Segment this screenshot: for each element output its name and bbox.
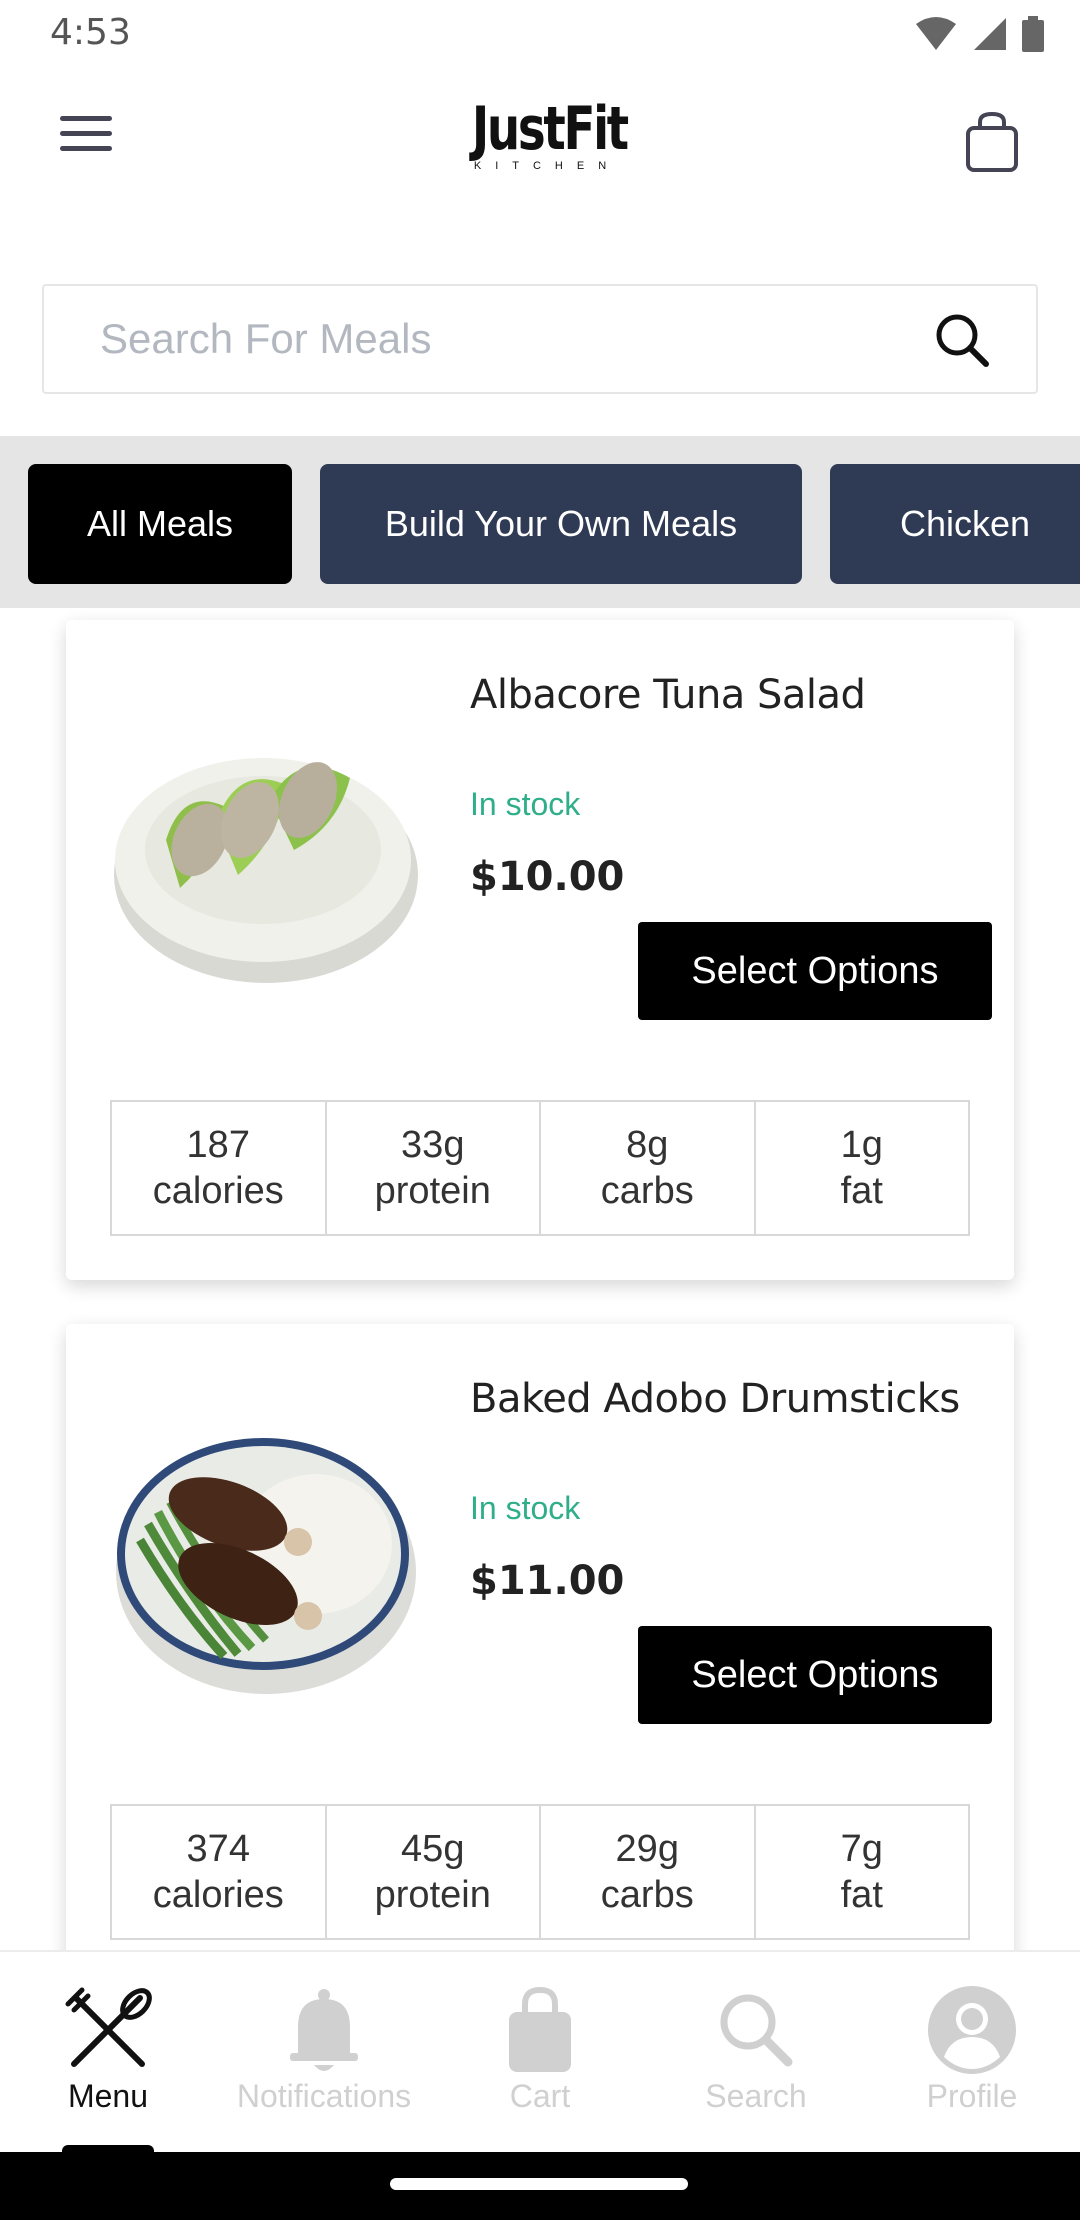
stock-status: In stock: [470, 786, 581, 822]
nutrition-calories: 374 calories: [112, 1806, 327, 1938]
meal-card[interactable]: Baked Adobo Drumsticks In stock $11.00 S…: [66, 1324, 1014, 1950]
nutrition-value: 29g: [615, 1828, 679, 1870]
meal-name[interactable]: Baked Adobo Drumsticks: [470, 1376, 960, 1422]
nutrition-unit: fat: [840, 1874, 883, 1916]
nutrition-value: 45g: [401, 1828, 465, 1870]
bottom-nav: Menu Notifications Cart Search Profile: [0, 1950, 1080, 2155]
nutrition-fat: 1g fat: [756, 1102, 969, 1234]
nav-cart[interactable]: Cart: [432, 1982, 648, 2122]
category-chip-all-meals[interactable]: All Meals: [28, 464, 292, 584]
meal-list: Albacore Tuna Salad In stock $10.00 Sele…: [0, 608, 1080, 1950]
nutrition-value: 374: [186, 1828, 250, 1870]
search-icon: [708, 1982, 804, 2078]
nav-label: Menu: [67, 2078, 149, 2114]
nutrition-table: 187 calories 33g protein 8g carbs 1g fat: [110, 1100, 970, 1236]
nutrition-calories: 187 calories: [112, 1102, 327, 1234]
nutrition-carbs: 29g carbs: [541, 1806, 756, 1938]
hamburger-menu-icon[interactable]: [60, 116, 120, 162]
select-options-button[interactable]: Select Options: [638, 922, 992, 1020]
meal-image-adobo-drumsticks: [116, 1438, 416, 1694]
status-icons: [914, 16, 1044, 52]
meal-price: $11.00: [470, 1558, 625, 1604]
select-options-button[interactable]: Select Options: [638, 1626, 992, 1724]
nutrition-value: 1g: [840, 1124, 883, 1166]
nutrition-fat: 7g fat: [756, 1806, 969, 1938]
system-nav-bar: [0, 2152, 1080, 2220]
category-filter-bar: All Meals Build Your Own Meals Chicken: [0, 436, 1080, 608]
search-icon[interactable]: [932, 310, 992, 370]
category-chip-chicken[interactable]: Chicken: [830, 464, 1080, 584]
category-chip-build-your-own[interactable]: Build Your Own Meals: [320, 464, 802, 584]
nutrition-protein: 45g protein: [327, 1806, 541, 1938]
nutrition-unit: protein: [374, 1170, 491, 1212]
nav-label: Search: [705, 2078, 807, 2114]
nav-notifications[interactable]: Notifications: [216, 1982, 432, 2122]
wifi-icon: [916, 17, 956, 50]
nutrition-carbs: 8g carbs: [541, 1102, 756, 1234]
profile-icon: [924, 1982, 1020, 2078]
status-bar: 4:53: [0, 0, 1080, 66]
nav-profile[interactable]: Profile: [864, 1982, 1080, 2122]
meal-price: $10.00: [470, 854, 625, 900]
nav-menu[interactable]: Menu: [0, 1982, 216, 2122]
nutrition-protein: 33g protein: [327, 1102, 541, 1234]
nutrition-unit: calories: [152, 1874, 284, 1916]
nutrition-value: 187: [186, 1124, 250, 1166]
nav-label: Cart: [509, 2078, 571, 2114]
meal-image-tuna-salad: [114, 758, 418, 983]
nutrition-unit: protein: [374, 1874, 491, 1916]
status-time: 4:53: [50, 12, 131, 53]
cart-bag-icon[interactable]: [964, 110, 1020, 174]
meal-name[interactable]: Albacore Tuna Salad: [470, 672, 866, 718]
meal-card[interactable]: Albacore Tuna Salad In stock $10.00 Sele…: [66, 620, 1014, 1280]
nutrition-value: 8g: [626, 1124, 669, 1166]
stock-status: In stock: [470, 1490, 581, 1526]
nav-search[interactable]: Search: [648, 1982, 864, 2122]
nav-label: Notifications: [236, 2078, 412, 2114]
nutrition-unit: carbs: [600, 1874, 694, 1916]
logo-text: JustFit: [471, 94, 629, 164]
search-input[interactable]: [100, 286, 900, 392]
nutrition-unit: fat: [840, 1170, 883, 1212]
nutrition-value: 33g: [401, 1124, 465, 1166]
app-header: JustFit KITCHEN: [0, 66, 1080, 216]
nutrition-unit: calories: [152, 1170, 284, 1212]
fork-knife-icon: [60, 1982, 156, 2078]
battery-icon: [1022, 16, 1044, 52]
home-gesture-handle[interactable]: [390, 2178, 688, 2190]
shopping-bag-icon: [492, 1982, 588, 2078]
nav-label: Profile: [926, 2078, 1018, 2114]
nutrition-table: 374 calories 45g protein 29g carbs 7g fat: [110, 1804, 970, 1940]
search-bar: [42, 284, 1038, 394]
nutrition-unit: carbs: [600, 1170, 694, 1212]
nutrition-value: 7g: [840, 1828, 883, 1870]
signal-icon: [974, 18, 1006, 50]
bell-icon: [276, 1982, 372, 2078]
logo: JustFit KITCHEN: [450, 96, 630, 172]
